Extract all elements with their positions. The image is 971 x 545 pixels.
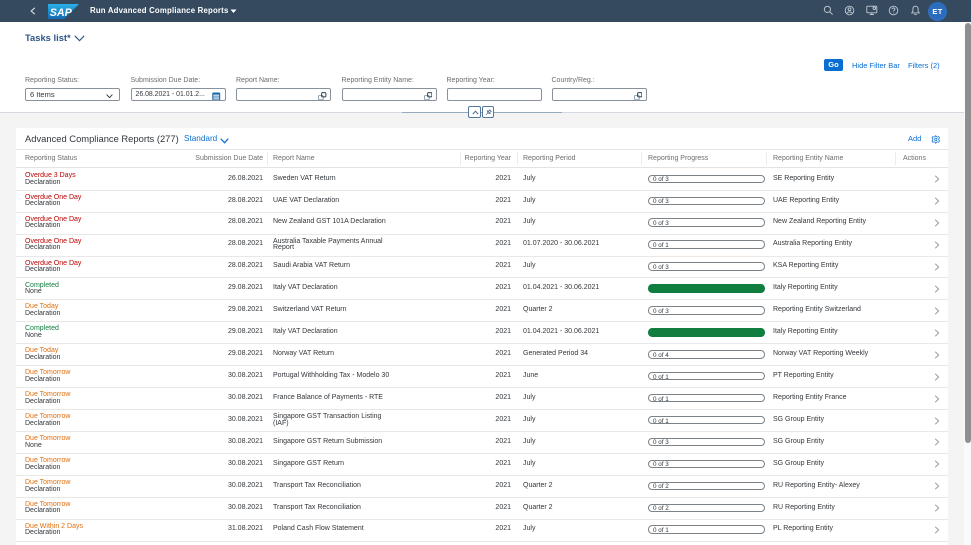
svg-text:SAP: SAP — [50, 7, 73, 19]
